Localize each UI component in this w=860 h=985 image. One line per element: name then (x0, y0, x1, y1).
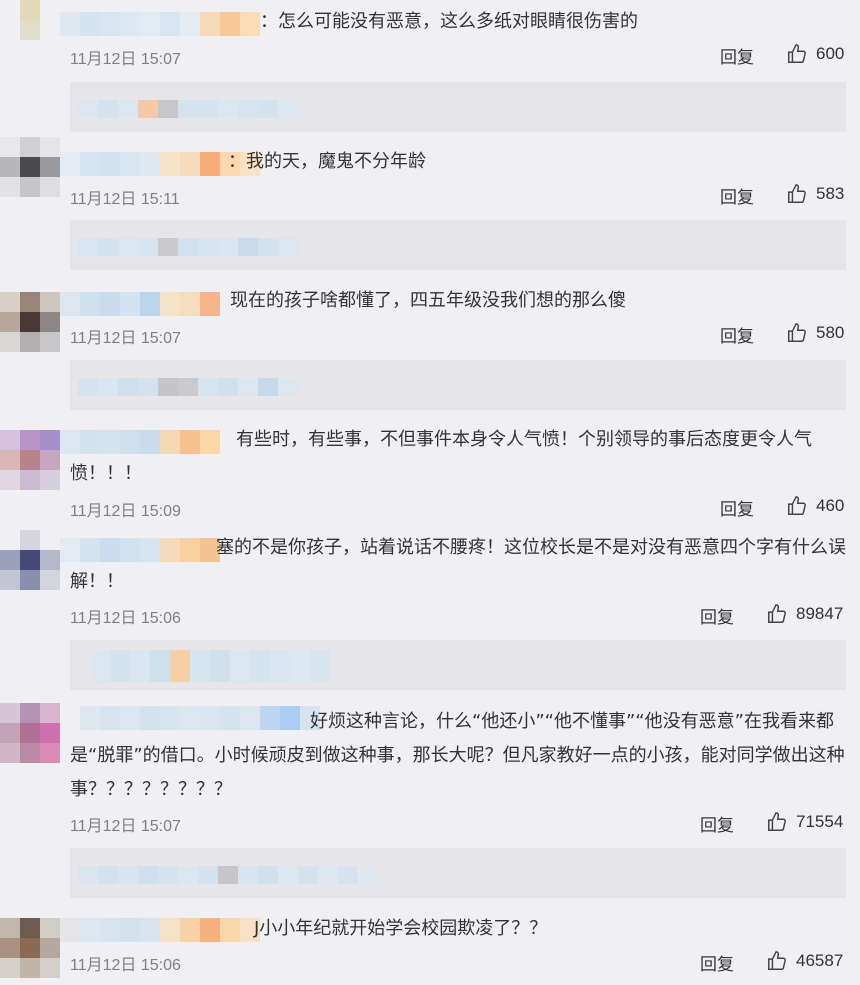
comment-text: J小小年纪就开始学会校园欺凌了？？ (254, 912, 547, 946)
thumbs-up-icon (788, 496, 806, 515)
comment-text-line: 解！！ (70, 571, 124, 592)
reply-username-mosaic (90, 650, 330, 682)
thumbs-up-icon (788, 184, 806, 203)
avatar[interactable] (0, 137, 60, 197)
reply-preview[interactable] (70, 360, 846, 410)
comment-text: 有些时，有些事，不但事件本身令人气愤！个别领导的事后态度更令人气 愤！！！ (70, 423, 812, 491)
username-mosaic[interactable] (60, 918, 260, 942)
reply-preview[interactable] (70, 848, 846, 898)
comment-text-line: 有些时，有些事，不但事件本身令人气愤！个别领导的事后态度更令人气 (236, 429, 812, 450)
username-mosaic[interactable] (60, 292, 220, 316)
reply-button[interactable]: 回复 (700, 950, 734, 975)
thumbs-up-icon (788, 44, 806, 63)
reply-button[interactable]: 回复 (720, 183, 754, 208)
comment-text-line: 愤！！！ (70, 463, 142, 484)
like-count: 460 (816, 496, 845, 515)
thumbs-up-icon (768, 951, 786, 970)
avatar[interactable] (0, 703, 60, 763)
reply-button[interactable]: 回复 (720, 43, 754, 68)
comment-time: 11月12日 15:07 (70, 818, 181, 835)
avatar[interactable] (0, 292, 60, 352)
comment-text-line: 事？？？？？？？？ (70, 779, 232, 800)
comment-text-line: 塞的不是你孩子，站着说话不腰疼！这位校长是不是对没有恶意四个字有什么误 (216, 537, 846, 558)
comment-text: ：怎么可能没有恶意，这么多纸对眼睛很伤害的 (260, 5, 638, 39)
like-button[interactable]: 46587 (766, 950, 843, 972)
like-button[interactable]: 600 (786, 43, 844, 65)
comment-text: 现在的孩子啥都懂了，四五年级没我们想的那么傻 (230, 284, 626, 318)
comment-text: 塞的不是你孩子，站着说话不腰疼！这位校长是不是对没有恶意四个字有什么误 解！！ (70, 531, 846, 599)
like-button[interactable]: 89847 (766, 603, 843, 625)
comment-text-line: ：怎么可能没有恶意，这么多纸对眼睛很伤害的 (260, 11, 638, 32)
comment-time: 11月12日 15:07 (70, 51, 181, 68)
comment-time: 11月12日 15:06 (70, 957, 181, 974)
like-count: 71554 (796, 812, 844, 831)
comment-text-line: 好烦这种言论，什么“他还小”“他不懂事”“他没有恶意”在我看来都 (310, 711, 834, 732)
avatar[interactable] (0, 918, 60, 978)
comment-time: 11月12日 15:11 (70, 191, 180, 208)
reply-button[interactable]: 回复 (700, 811, 734, 836)
like-count: 583 (816, 184, 845, 203)
comment-time: 11月12日 15:09 (70, 503, 181, 520)
like-button[interactable]: 71554 (766, 811, 843, 833)
reply-button[interactable]: 回复 (700, 603, 734, 628)
reply-preview[interactable] (70, 220, 846, 270)
like-count: 89847 (796, 604, 844, 623)
avatar[interactable] (0, 530, 60, 590)
like-button[interactable]: 580 (786, 322, 844, 344)
comment-text-line: J小小年纪就开始学会校园欺凌了？？ (254, 918, 548, 939)
reply-username-mosaic (78, 866, 378, 884)
username-mosaic[interactable] (60, 12, 260, 36)
reply-button[interactable]: 回复 (720, 495, 754, 520)
avatar[interactable] (0, 0, 60, 40)
like-count: 580 (816, 323, 845, 342)
like-count: 600 (816, 44, 845, 63)
reply-button[interactable]: 回复 (720, 322, 754, 347)
comment-text-line: 现在的孩子啥都懂了，四五年级没我们想的那么傻 (230, 290, 626, 311)
comment-time: 11月12日 15:06 (70, 610, 181, 627)
comment-text-line: 是“脱罪”的借口。小时候顽皮到做这种事，那长大呢？但凡家教好一点的小孩，能对同学… (70, 745, 845, 766)
comment-text: ：我的天，魔鬼不分年龄 (228, 145, 426, 179)
reply-preview[interactable] (70, 640, 846, 690)
comment-text: 好烦这种言论，什么“他还小”“他不懂事”“他没有恶意”在我看来都 是“脱罪”的借… (70, 705, 845, 807)
like-button[interactable]: 460 (786, 495, 844, 517)
reply-username-mosaic (78, 238, 298, 256)
reply-preview[interactable] (70, 82, 846, 132)
reply-username-mosaic (78, 100, 298, 118)
comment-text-line: ：我的天，魔鬼不分年龄 (228, 151, 426, 172)
avatar[interactable] (0, 430, 60, 490)
thumbs-up-icon (768, 812, 786, 831)
like-count: 46587 (796, 951, 844, 970)
reply-username-mosaic (78, 378, 298, 396)
like-button[interactable]: 583 (786, 183, 844, 205)
comment-time: 11月12日 15:07 (70, 330, 181, 347)
thumbs-up-icon (788, 323, 806, 342)
thumbs-up-icon (768, 604, 786, 623)
